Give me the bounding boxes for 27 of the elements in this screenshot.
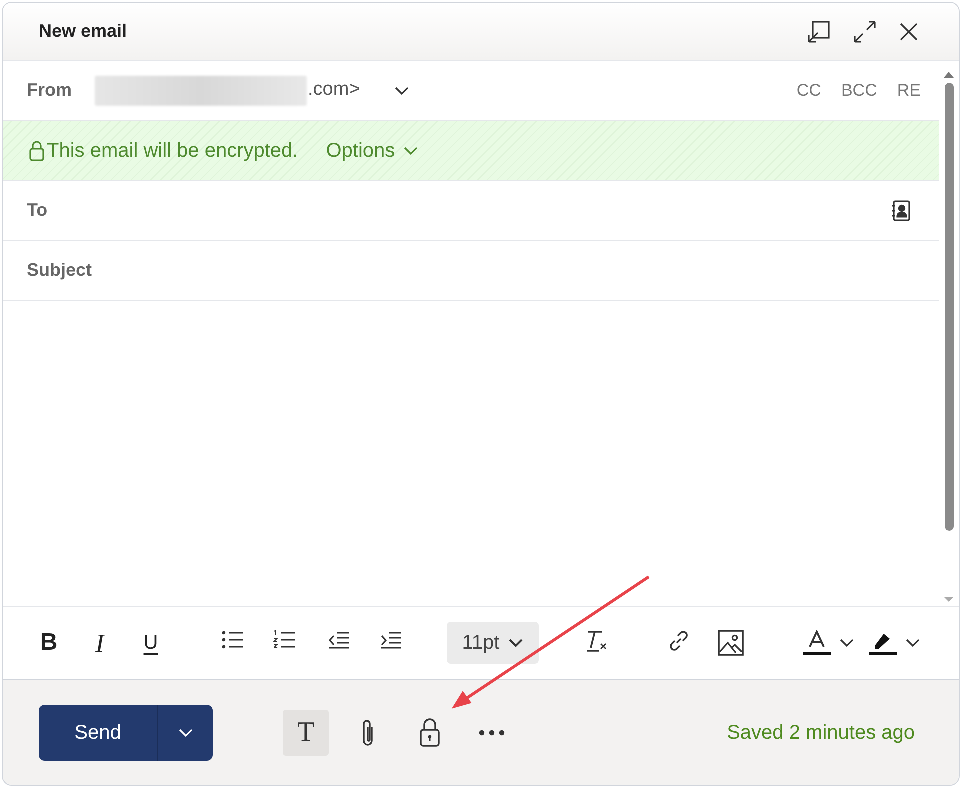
more-icon [478,730,506,736]
from-label: From [27,79,73,102]
expand-icon[interactable] [853,20,877,44]
scroll-up-icon[interactable] [943,71,955,79]
scrollbar-thumb[interactable] [944,83,954,531]
sender-address: .com> [308,78,360,102]
recipient-link[interactable]: BCC [841,78,878,104]
contact-card-icon[interactable] [891,200,911,222]
bold-button[interactable]: B [39,625,59,661]
italic-button[interactable]: I [93,624,107,662]
image-icon[interactable] [717,629,745,657]
subject-label: Subject [27,259,92,282]
recipient-link[interactable]: CC [796,78,822,104]
lock-icon [419,718,441,748]
encryption-message: This email will be encrypted. [47,138,298,164]
font-color-icon[interactable] [803,630,831,656]
to-label: To [27,199,48,222]
font-size-dropdown[interactable]: 11pt [447,622,539,664]
text-format-button[interactable]: T [283,710,329,756]
options-button[interactable]: Options [326,136,420,166]
save-status: Saved 2 minutes ago [727,720,915,746]
underline-button[interactable]: U [141,628,161,658]
lock-icon [29,140,45,162]
close-icon[interactable] [899,22,919,42]
recipient-link[interactable]: RE [897,78,921,104]
window-title: New email [39,20,128,43]
pop-out-icon[interactable] [807,20,831,44]
